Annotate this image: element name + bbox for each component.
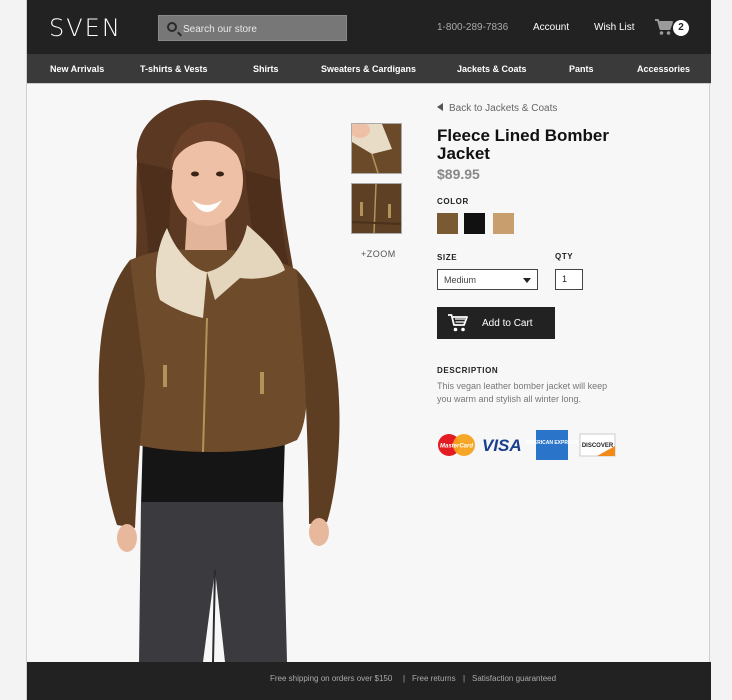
- nav-item-shirts[interactable]: Shirts: [253, 64, 279, 74]
- footer-shipping: Free shipping on orders over $150: [270, 674, 393, 683]
- color-swatch-black[interactable]: [464, 213, 485, 234]
- search-icon: [167, 22, 177, 32]
- discover-text: DISCOVER: [582, 443, 614, 449]
- back-link-label: Back to Jackets & Coats: [449, 103, 558, 114]
- visa-text: VISA: [482, 436, 522, 455]
- wishlist-link[interactable]: Wish List: [594, 22, 635, 33]
- logo[interactable]: SVEN: [49, 14, 122, 42]
- product-description: This vegan leather bomber jacket will ke…: [437, 381, 608, 404]
- nav-item-jackets-coats[interactable]: Jackets & Coats: [457, 64, 527, 74]
- phone-number: 1-800-289-7836: [437, 22, 509, 33]
- nav-item-pants[interactable]: Pants: [569, 64, 594, 74]
- footer-divider: |: [463, 674, 466, 683]
- zoom-link[interactable]: +ZOOM: [361, 249, 396, 259]
- add-to-cart-label: Add to Cart: [482, 318, 533, 329]
- page-frame: SVEN 1-800-289-7836 Account Wish List 2 …: [26, 0, 711, 700]
- thumbnail-zipper-image: [351, 183, 402, 234]
- thumbnail-collar[interactable]: [350, 122, 402, 174]
- footer-bar: Free shipping on orders over $150 | Free…: [27, 662, 711, 700]
- qty-input[interactable]: 1: [555, 269, 583, 290]
- footer-returns: Free returns: [412, 674, 456, 683]
- search-input[interactable]: [183, 20, 343, 38]
- visa-icon: VISA: [482, 436, 522, 455]
- thumbnail-collar-image: [350, 122, 401, 174]
- cart-count-badge[interactable]: 2: [673, 20, 689, 36]
- nav-item-tshirts-vests[interactable]: T-shirts & Vests: [140, 64, 208, 74]
- nav-item-accessories[interactable]: Accessories: [637, 64, 690, 74]
- chevron-down-icon: [523, 278, 531, 283]
- footer-satisfaction: Satisfaction guaranteed: [472, 674, 557, 683]
- thumbnail-zipper[interactable]: [351, 183, 402, 234]
- product-price: $89.95: [437, 166, 480, 182]
- payment-methods: MasterCard VISA AMERICAN EXPRESS DISCOVE…: [438, 430, 616, 460]
- description-label: DESCRIPTION: [437, 366, 499, 375]
- category-nav: New Arrivals T-shirts & Vests Shirts Swe…: [27, 54, 711, 84]
- qty-label: QTY: [555, 252, 574, 261]
- footer-divider: |: [403, 674, 406, 683]
- mastercard-icon: MasterCard: [438, 434, 475, 456]
- nav-item-sweaters-cardigans[interactable]: Sweaters & Cardigans: [321, 64, 416, 74]
- color-swatch-brown[interactable]: [437, 213, 458, 234]
- size-label: SIZE: [437, 253, 458, 262]
- color-swatch-tan[interactable]: [493, 213, 514, 234]
- search-box[interactable]: [158, 15, 347, 41]
- nav-item-new-arrivals[interactable]: New Arrivals: [50, 64, 104, 74]
- product-title: Fleece Lined Bomber Jacket: [437, 126, 609, 163]
- size-select[interactable]: Medium: [437, 269, 538, 290]
- mastercard-text: MasterCard: [440, 444, 473, 450]
- top-bar: SVEN 1-800-289-7836 Account Wish List 2: [27, 0, 711, 54]
- product-image: [98, 100, 340, 662]
- cart-icon[interactable]: [654, 18, 674, 36]
- cart-icon: [448, 314, 468, 332]
- discover-icon: DISCOVER: [579, 433, 616, 457]
- back-link[interactable]: Back to Jackets & Coats: [437, 103, 557, 114]
- account-link[interactable]: Account: [533, 22, 569, 33]
- color-label: COLOR: [437, 197, 469, 206]
- amex-text: AMERICAN EXPRESS: [526, 440, 579, 446]
- american-express-icon: AMERICAN EXPRESS: [526, 430, 579, 460]
- left-arrow-icon: [437, 103, 443, 111]
- size-select-value: Medium: [444, 275, 477, 285]
- add-to-cart-button[interactable]: Add to Cart: [437, 307, 555, 339]
